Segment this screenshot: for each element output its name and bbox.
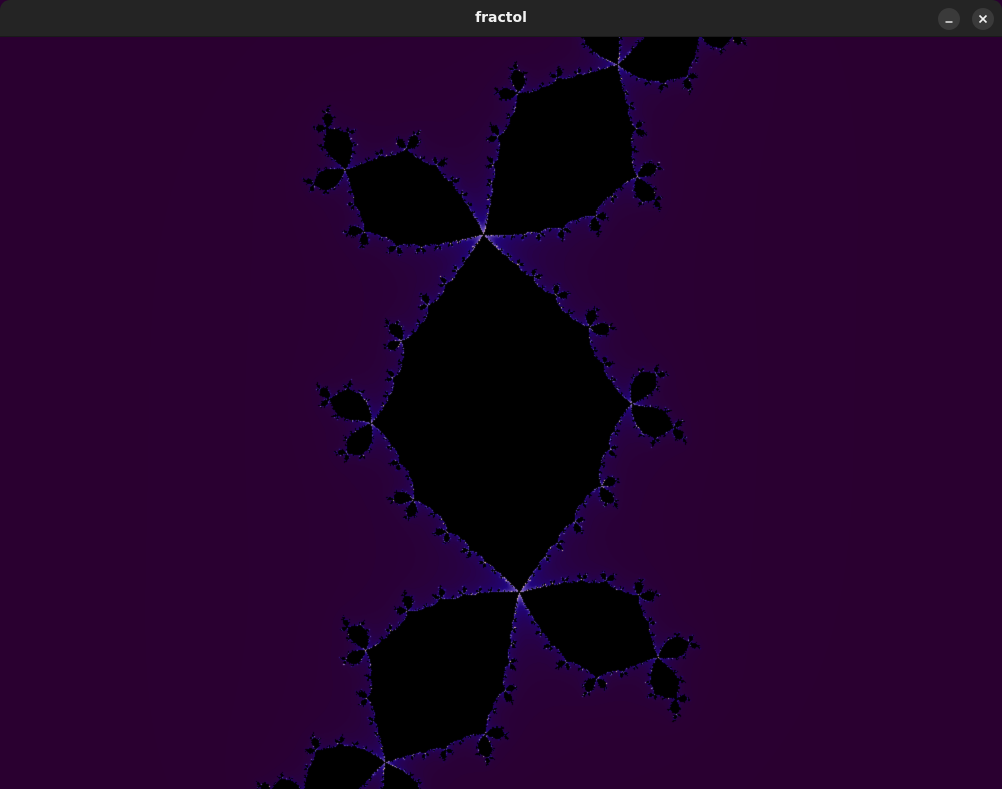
fractal-canvas[interactable] [0,37,1002,789]
title-bar[interactable]: fractol [0,0,1002,37]
close-icon [978,14,988,24]
minimize-icon [945,21,953,23]
minimize-button[interactable] [938,8,960,30]
fractal-view[interactable] [0,37,1002,789]
window-title: fractol [475,10,527,26]
close-button[interactable] [972,8,994,30]
app-window: fractol [0,0,1002,789]
